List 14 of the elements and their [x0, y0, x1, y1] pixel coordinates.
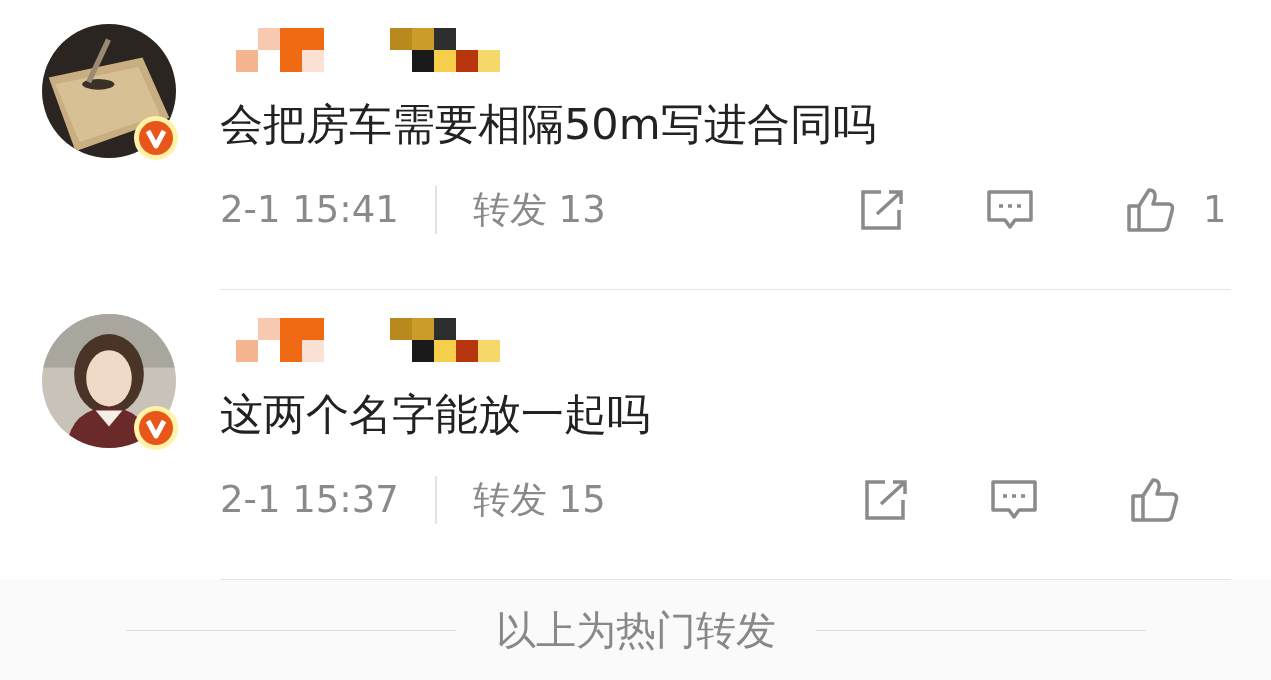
footer-text: 以上为热门转发 — [495, 606, 776, 655]
like-icon[interactable] — [1129, 475, 1181, 524]
comment-icon[interactable] — [989, 477, 1039, 522]
like-icon[interactable] — [1125, 185, 1177, 234]
comment-text: 会把房车需要相隔50m写进合同吗 — [220, 98, 877, 151]
repost-link[interactable]: 转发 15 — [472, 472, 606, 528]
verified-badge-icon — [132, 114, 180, 162]
comment-time: 2-1 15:41 — [220, 187, 399, 233]
verified-badge-icon — [132, 404, 180, 452]
repost-link[interactable]: 转发 13 — [472, 182, 606, 238]
comment-text: 这两个名字能放一起吗 — [220, 388, 651, 441]
comment-icon[interactable] — [985, 187, 1035, 232]
like-count: 1 — [1203, 187, 1228, 233]
comment-time: 2-1 15:37 — [220, 477, 399, 523]
